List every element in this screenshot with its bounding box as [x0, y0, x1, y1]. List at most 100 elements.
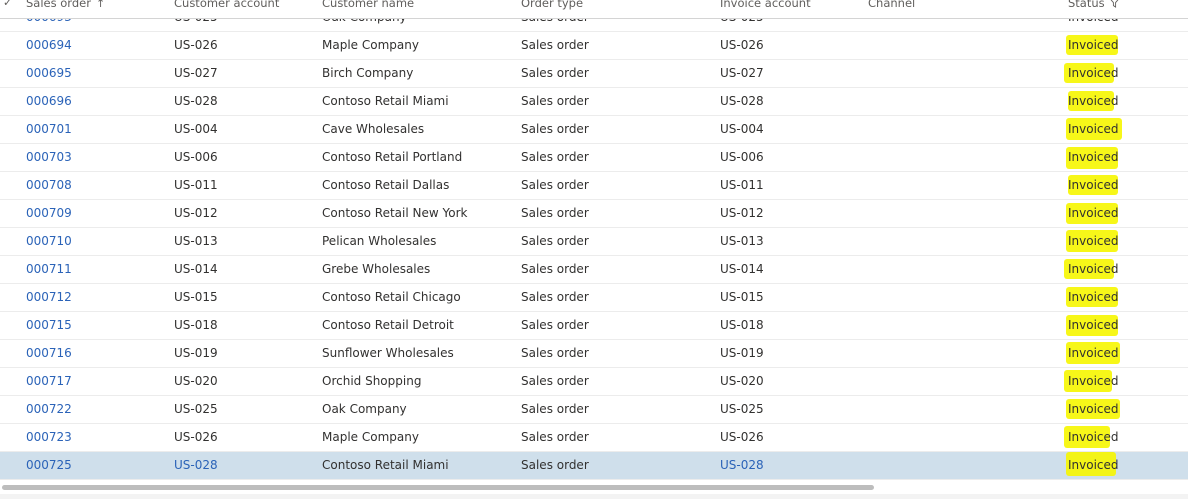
customer-name-cell: Contoso Retail Miami: [322, 94, 449, 108]
customer-name-cell: Orchid Shopping: [322, 374, 422, 388]
invoice-account-cell: US-012: [720, 206, 764, 220]
status-cell: Invoiced: [1066, 203, 1119, 224]
table-row[interactable]: 000722 US-025 Oak Company Sales order US-025…: [0, 396, 1188, 424]
table-row[interactable]: 000701 US-004 Cave Wholesales Sales order US…: [0, 116, 1188, 144]
customer-name-cell: Maple Company: [322, 38, 419, 52]
invoice-account-cell: US-028: [720, 94, 764, 108]
status-text: Invoiced: [1068, 178, 1119, 192]
column-header-order-type[interactable]: Order type: [521, 0, 583, 10]
select-all-checkmark-icon[interactable]: ✓: [3, 0, 12, 9]
customer-account-cell: US-026: [174, 38, 218, 52]
sales-order-link[interactable]: 000710: [26, 233, 72, 249]
order-type-cell: Sales order: [521, 262, 589, 276]
column-header-customer-account[interactable]: Customer account: [174, 0, 279, 10]
customer-name-cell: Birch Company: [322, 66, 414, 80]
table-row[interactable]: 000708 US-011 Contoso Retail Dallas Sales o…: [0, 172, 1188, 200]
status-text: Invoiced: [1068, 458, 1119, 472]
sales-order-link[interactable]: 000722: [26, 401, 72, 417]
status-cell: Invoiced: [1066, 315, 1119, 336]
invoice-account-cell: US-020: [720, 374, 764, 388]
status-text: Invoiced: [1068, 262, 1119, 276]
sales-order-link[interactable]: 000694: [26, 37, 72, 53]
sales-order-link[interactable]: 000701: [26, 121, 72, 137]
table-row[interactable]: 000710 US-013 Pelican Wholesales Sales orde…: [0, 228, 1188, 256]
order-type-cell: Sales order: [521, 346, 589, 360]
scrollbar-thumb[interactable]: [2, 485, 874, 490]
status-cell: Invoiced: [1066, 35, 1119, 55]
customer-name-cell: Contoso Retail Portland: [322, 150, 463, 164]
column-header-sales-order[interactable]: Sales order ↑: [26, 0, 105, 10]
status-text: Invoiced: [1068, 430, 1119, 444]
status-text: Invoiced: [1068, 318, 1119, 332]
order-type-cell: Sales order: [521, 94, 589, 108]
customer-account-cell: US-028: [174, 94, 218, 108]
invoice-account-cell: US-018: [720, 318, 764, 332]
sales-order-link[interactable]: 000711: [26, 261, 72, 277]
sales-order-link[interactable]: 000695: [26, 65, 72, 81]
sales-order-link[interactable]: 000717: [26, 373, 72, 389]
table-row[interactable]: 000725 US-028 Contoso Retail Miami Sales or…: [0, 452, 1188, 480]
column-header-customer-name[interactable]: Customer name: [322, 0, 414, 10]
sales-order-link[interactable]: 000712: [26, 289, 72, 305]
table-row[interactable]: 000716 US-019 Sunflower Wholesales Sales or…: [0, 340, 1188, 368]
table-row[interactable]: 000715 US-018 Contoso Retail Detroit Sales …: [0, 312, 1188, 340]
customer-name-cell: Contoso Retail Dallas: [322, 178, 450, 192]
customer-account-cell: US-006: [174, 150, 218, 164]
sales-order-link[interactable]: 000708: [26, 177, 72, 193]
customer-name-cell: Contoso Retail Detroit: [322, 318, 454, 332]
grid-header: ✓ Sales order ↑ Customer account Customer…: [0, 0, 1188, 19]
table-row[interactable]: 000696 US-028 Contoso Retail Miami Sales or…: [0, 88, 1188, 116]
customer-account-cell: US-018: [174, 318, 218, 332]
invoice-account-cell[interactable]: US-028: [720, 457, 764, 473]
table-row[interactable]: 000694 US-026 Maple Company Sales order US-0…: [0, 32, 1188, 60]
customer-account-cell: US-012: [174, 206, 218, 220]
invoice-account-cell: US-015: [720, 290, 764, 304]
sales-order-link[interactable]: 000716: [26, 345, 72, 361]
table-row[interactable]: 000723 US-026 Maple Company Sales order US-0…: [0, 424, 1188, 452]
sales-order-link[interactable]: 000715: [26, 317, 72, 333]
invoice-account-cell: US-026: [720, 430, 764, 444]
table-row[interactable]: 000717 US-020 Orchid Shopping Sales order US…: [0, 368, 1188, 396]
status-text: Invoiced: [1068, 402, 1119, 416]
order-type-cell: Sales order: [521, 458, 589, 472]
invoice-account-cell: US-006: [720, 150, 764, 164]
sales-orders-grid: ✓ Sales order ↑ Customer account Customer…: [0, 0, 1188, 499]
status-cell: Invoiced: [1064, 63, 1119, 83]
table-row[interactable]: 000695 US-027 Birch Company Sales order US-0…: [0, 60, 1188, 88]
table-row[interactable]: 000711 US-014 Grebe Wholesales Sales order U…: [0, 256, 1188, 284]
invoice-account-cell: US-004: [720, 122, 764, 136]
sales-order-link[interactable]: 000723: [26, 429, 72, 445]
status-text: Invoiced: [1068, 346, 1119, 360]
invoice-account-cell: US-013: [720, 234, 764, 248]
customer-name-cell: Sunflower Wholesales: [322, 346, 454, 360]
status-cell: Invoiced: [1066, 452, 1119, 476]
sales-order-link[interactable]: 000703: [26, 149, 72, 165]
status-text: Invoiced: [1068, 66, 1119, 80]
table-row[interactable]: 000712 US-015 Contoso Retail Chicago Sales …: [0, 284, 1188, 312]
table-row[interactable]: 000703 US-006 Contoso Retail Portland Sales…: [0, 144, 1188, 172]
filter-funnel-icon[interactable]: [1109, 0, 1120, 11]
customer-account-cell: US-027: [174, 66, 218, 80]
status-text: Invoiced: [1068, 374, 1119, 388]
customer-account-cell: US-015: [174, 290, 218, 304]
order-type-cell: Sales order: [521, 178, 589, 192]
horizontal-scrollbar[interactable]: [0, 483, 1188, 499]
customer-name-cell: Pelican Wholesales: [322, 234, 437, 248]
table-row[interactable]: 000709 US-012 Contoso Retail New York Sales…: [0, 200, 1188, 228]
column-header-label: Status: [1068, 0, 1105, 10]
status-cell: Invoiced: [1064, 426, 1119, 448]
column-header-channel[interactable]: Channel: [868, 0, 915, 10]
sales-order-link[interactable]: 000725: [26, 457, 72, 473]
customer-account-cell: US-026: [174, 430, 218, 444]
sales-order-link[interactable]: 000709: [26, 205, 72, 221]
status-cell: Invoiced: [1068, 91, 1119, 111]
sort-ascending-icon: ↑: [95, 0, 106, 10]
column-header-invoice-account[interactable]: Invoice account: [720, 0, 811, 10]
customer-name-cell: Maple Company: [322, 430, 419, 444]
sales-order-link[interactable]: 000696: [26, 93, 72, 109]
column-header-status[interactable]: Status: [1068, 0, 1120, 11]
customer-account-cell[interactable]: US-028: [174, 457, 218, 473]
customer-account-cell: US-011: [174, 178, 218, 192]
order-type-cell: Sales order: [521, 122, 589, 136]
customer-name-cell: Cave Wholesales: [322, 122, 425, 136]
